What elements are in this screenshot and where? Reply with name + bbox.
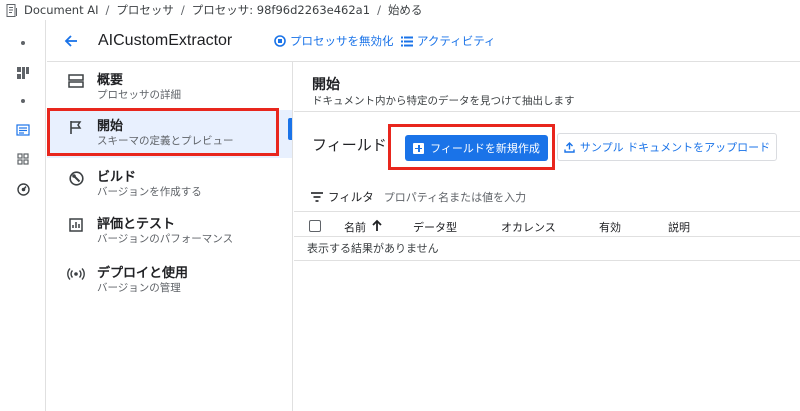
activity-button[interactable]: アクティビティ [401, 33, 496, 49]
nav-item-label: 評価とテスト [97, 217, 176, 232]
activity-label: アクティビティ [417, 34, 496, 48]
main-content: 開始 ドキュメント内から特定のデータを見つけて抽出します フィールド フィールド… [294, 62, 800, 411]
rail-item-grid[interactable] [0, 147, 46, 171]
nav-item-start[interactable]: 開始 スキーマの定義とプレビュー [47, 110, 292, 158]
breadcrumb-processors[interactable]: プロセッサ [116, 2, 174, 18]
page-title: AICustomExtractor [98, 31, 233, 49]
rail-item-dot[interactable] [0, 31, 46, 55]
nav-item-label: デプロイと使用 [97, 266, 189, 281]
nav-item-build[interactable]: ビルド バージョンを作成する [47, 161, 292, 209]
upload-sample-button[interactable]: サンプル ドキュメントをアップロード [557, 133, 777, 161]
divider [294, 211, 800, 212]
list-icon [401, 36, 413, 46]
rail-item-dashboard[interactable] [0, 61, 46, 85]
create-field-label: フィールドを新規作成 [430, 142, 540, 155]
back-button[interactable] [60, 30, 82, 52]
document-list-icon [16, 124, 30, 136]
nav-item-sublabel: プロセッサの詳細 [97, 89, 181, 101]
deploy-icon [67, 268, 85, 280]
breadcrumb-separator: / [180, 3, 185, 17]
grid-icon [17, 153, 29, 165]
disable-processor-button[interactable]: プロセッサを無効化 [274, 33, 394, 49]
page-header: AICustomExtractor プロセッサを無効化 アクティビティ [47, 20, 800, 62]
left-rail [0, 20, 46, 411]
column-header-enabled[interactable]: 有効 [599, 219, 621, 235]
breadcrumb-current: 始める [387, 3, 423, 17]
select-all-checkbox[interactable] [309, 220, 321, 232]
nav-item-sublabel: バージョンのパフォーマンス [97, 233, 234, 245]
nav-item-label: 概要 [97, 73, 124, 88]
build-icon [68, 170, 84, 186]
divider [294, 111, 800, 112]
divider [294, 260, 800, 261]
column-header-description[interactable]: 説明 [668, 219, 690, 235]
processor-nav: 概要 プロセッサの詳細 開始 スキーマの定義とプレビュー ビルド バージョンを作… [47, 62, 293, 411]
rail-item-dot[interactable] [0, 89, 46, 113]
section-title: 開始 [312, 77, 340, 93]
fields-heading: フィールド [312, 136, 387, 154]
column-header-occurrence[interactable]: オカレンス [501, 219, 556, 235]
dashboard-icon [17, 67, 29, 79]
nav-item-label: 開始 [97, 119, 124, 134]
nav-item-label: ビルド [97, 170, 137, 185]
breadcrumb-separator: / [105, 3, 110, 17]
filter-input[interactable] [383, 190, 684, 204]
divider [294, 236, 800, 237]
column-header-name[interactable]: 名前 [344, 219, 366, 235]
nav-item-deploy[interactable]: デプロイと使用 バージョンの管理 [47, 257, 292, 305]
dot-icon [21, 41, 25, 45]
create-field-button[interactable]: フィールドを新規作成 [405, 135, 548, 161]
arrow-back-icon [64, 34, 77, 47]
flag-icon [70, 120, 82, 134]
breadcrumb-separator: / [377, 3, 381, 17]
nav-item-evaluate[interactable]: 評価とテスト バージョンのパフォーマンス [47, 208, 292, 256]
stop-circle-icon [274, 35, 286, 47]
filter-icon [311, 192, 323, 202]
filter-label: フィルタ [328, 190, 374, 204]
nav-item-overview[interactable]: 概要 プロセッサの詳細 [47, 64, 292, 112]
breadcrumb-processor[interactable]: プロセッサ: 98f96d2263e462a1 [192, 2, 370, 18]
nav-item-sublabel: バージョンを作成する [97, 186, 202, 198]
upload-icon [564, 141, 575, 153]
active-indicator [288, 118, 292, 140]
document-ai-icon [6, 3, 17, 17]
overview-icon [68, 74, 84, 88]
breadcrumb-document-ai[interactable]: Document AI [24, 3, 99, 17]
upload-sample-label: サンプル ドキュメントをアップロード [579, 141, 771, 154]
dot-icon [21, 99, 25, 103]
nav-item-sublabel: スキーマの定義とプレビュー [97, 135, 234, 147]
sort-arrow-up-icon[interactable] [372, 219, 382, 232]
column-header-data-type[interactable]: データ型 [413, 219, 457, 235]
gauge-icon [16, 182, 30, 196]
breadcrumb: Document AI / プロセッサ / プロセッサ: 98f96d2263e… [0, 0, 800, 20]
disable-processor-label: プロセッサを無効化 [290, 34, 394, 48]
add-box-icon [413, 142, 425, 154]
rail-item-settings[interactable] [0, 177, 46, 201]
nav-item-sublabel: バージョンの管理 [97, 282, 181, 294]
chart-icon [69, 218, 83, 232]
table-header: 名前 データ型 オカレンス 有効 説明 [294, 214, 800, 236]
filter-bar: フィルタ [294, 185, 800, 209]
empty-state-text: 表示する結果がありません [307, 242, 439, 255]
section-description: ドキュメント内から特定のデータを見つけて抽出します [312, 95, 575, 107]
rail-item-document-ai[interactable] [0, 118, 46, 142]
